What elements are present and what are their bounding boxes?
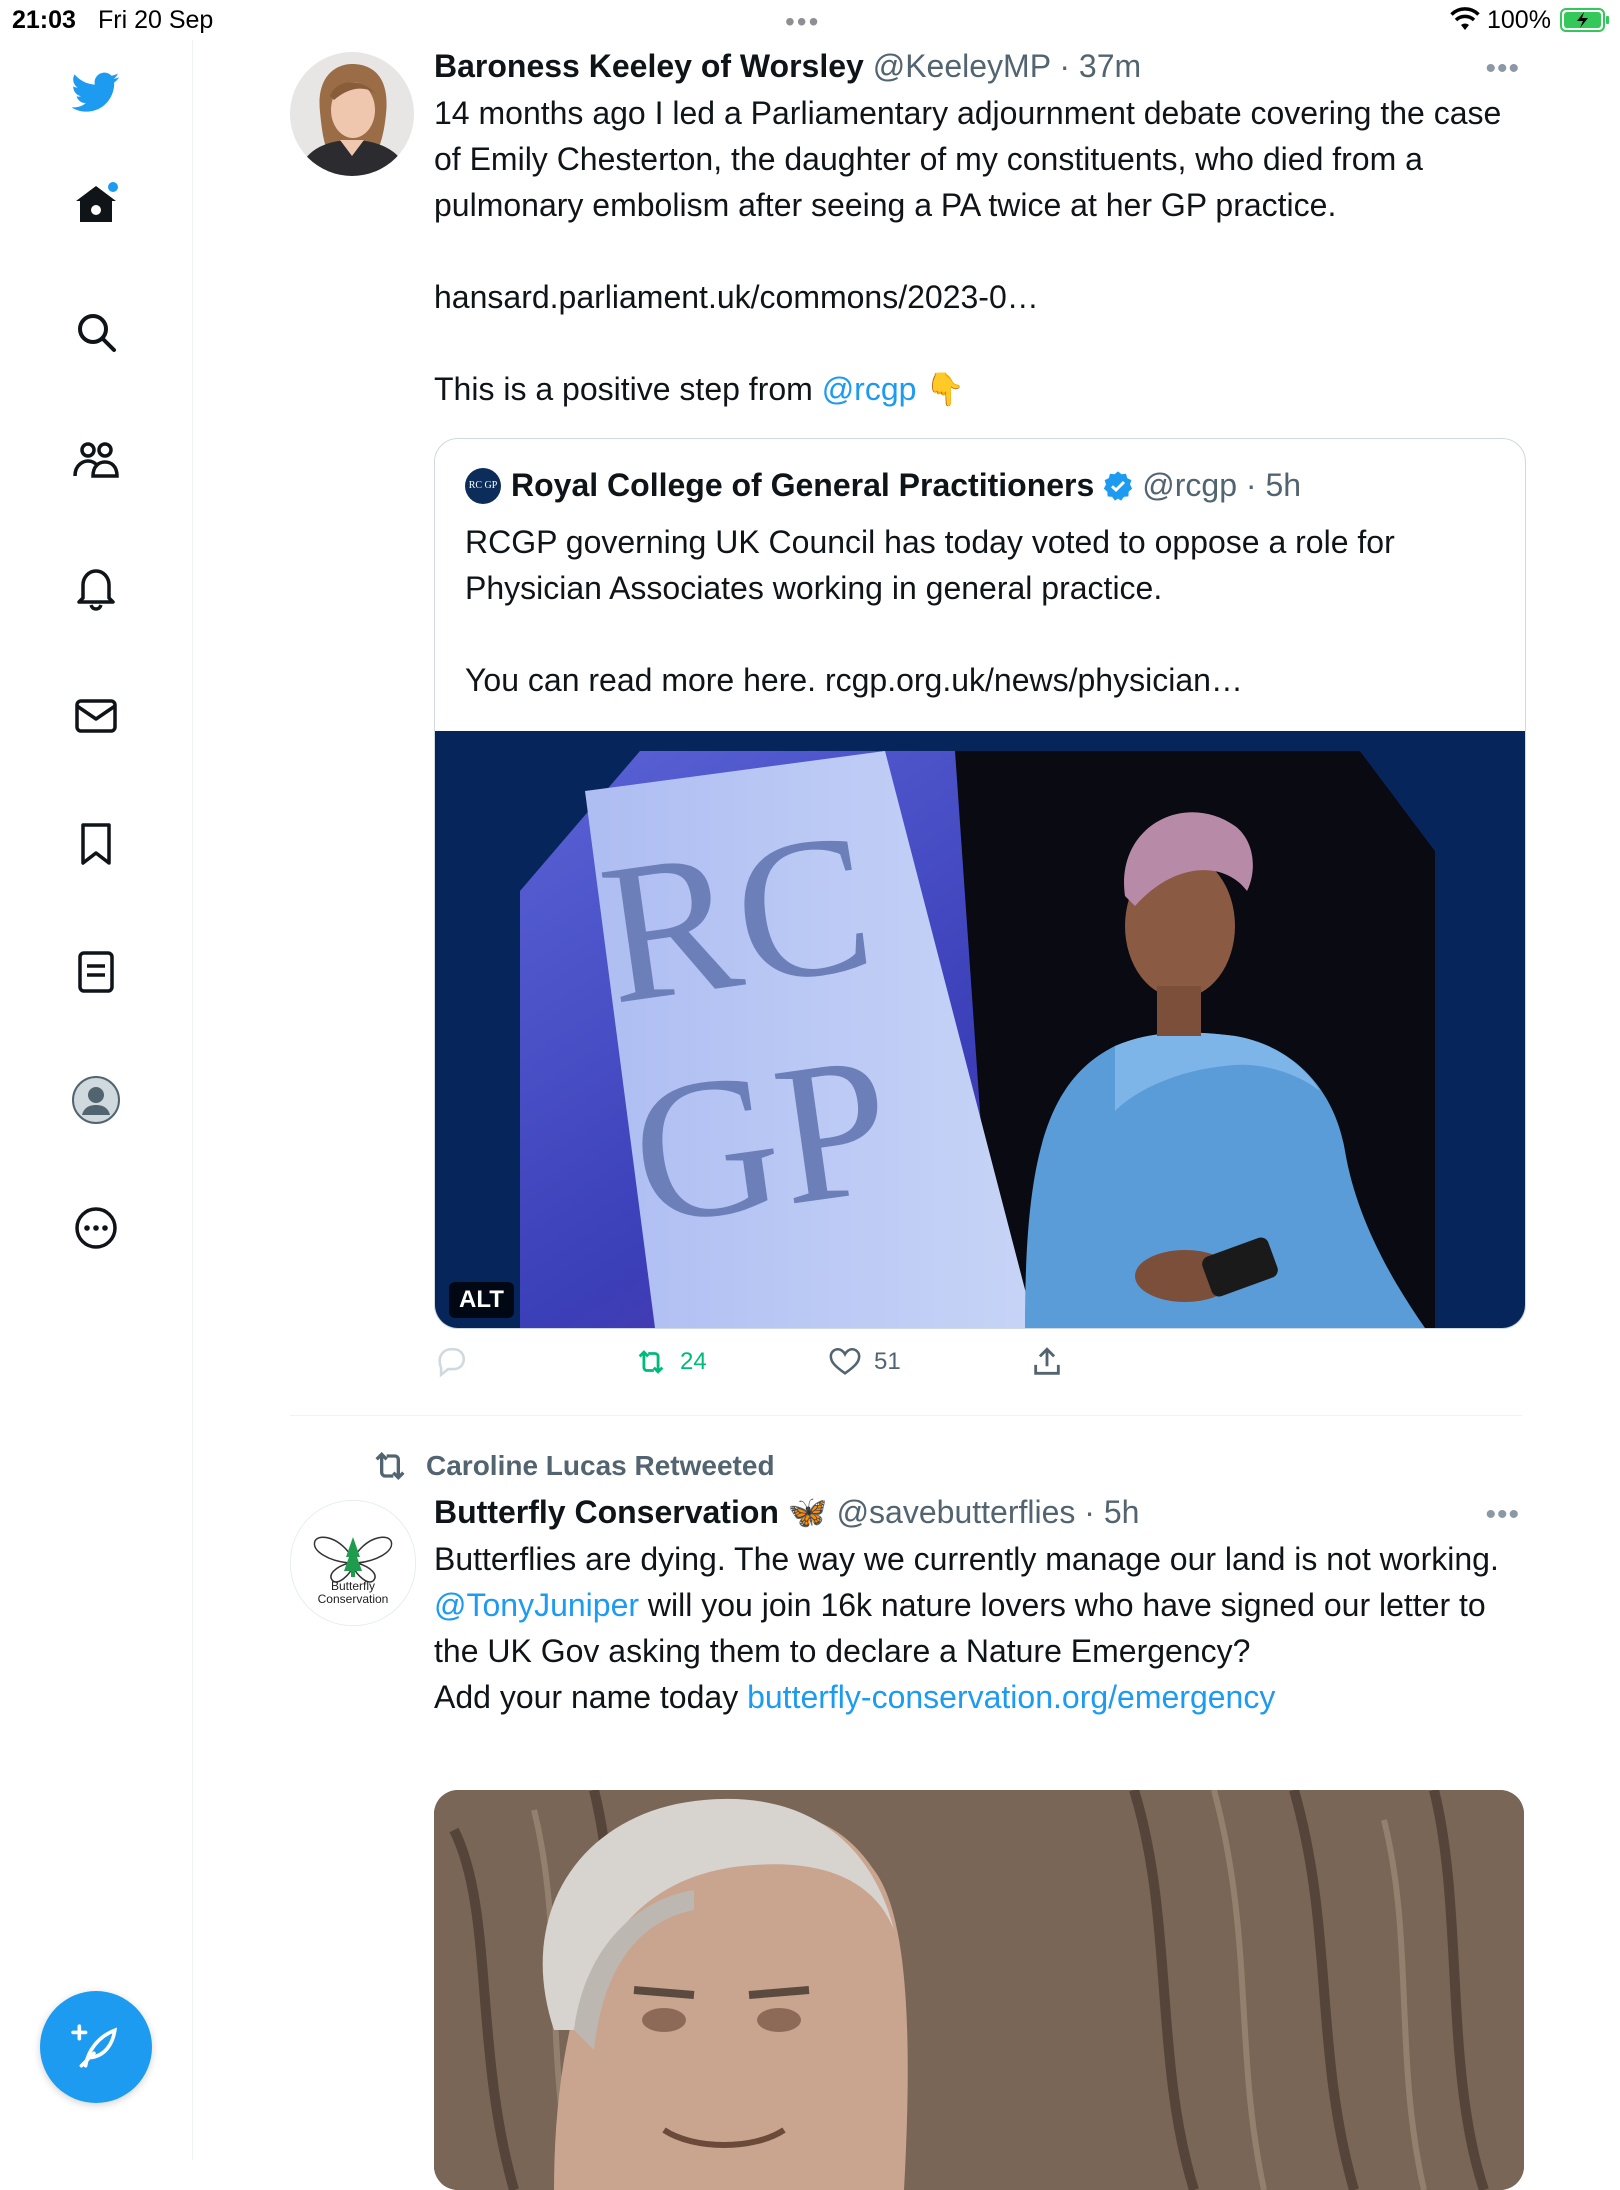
- mention-rcgp[interactable]: @rcgp: [822, 371, 917, 407]
- notifications-icon[interactable]: [64, 556, 128, 620]
- svg-text:RC: RC: [590, 791, 885, 1047]
- alt-text-badge[interactable]: ALT: [449, 1282, 514, 1318]
- multitasking-dots-icon[interactable]: •••: [785, 6, 820, 38]
- avatar-keeley[interactable]: [290, 52, 414, 176]
- verified-badge-icon: [1104, 470, 1133, 501]
- status-time: 21:03: [12, 6, 76, 34]
- home-icon[interactable]: [64, 172, 128, 236]
- profile-icon[interactable]: [64, 1068, 128, 1132]
- heart-icon: [829, 1347, 861, 1375]
- tweet-header: Baroness Keeley of Worsley @KeeleyMP · 3…: [434, 48, 1142, 84]
- mention-tonyjuniper[interactable]: @TonyJuniper: [434, 1587, 639, 1623]
- quoted-tweet-text: RCGP governing UK Council has today vote…: [465, 524, 1404, 606]
- retweeted-by-label: Caroline Lucas Retweeted: [426, 1450, 775, 1481]
- twitter-bird-icon[interactable]: [64, 60, 128, 124]
- like-count: 51: [874, 1348, 901, 1375]
- quoted-tweet-time[interactable]: 5h: [1265, 467, 1301, 504]
- reply-icon: [438, 1347, 466, 1378]
- author-name[interactable]: Baroness Keeley of Worsley: [434, 48, 864, 84]
- quoted-tweet-link[interactable]: rcgp.org.uk/news/physician…: [825, 662, 1243, 698]
- tweet-butterfly-conservation[interactable]: Caroline Lucas Retweeted Butterfly Conse…: [290, 1440, 1524, 2190]
- tweet-text: Butterflies are dying. The way we curren…: [434, 1541, 1499, 1715]
- quoted-author-name[interactable]: Royal College of General Practitioners: [511, 467, 1094, 504]
- tweet-text-2: This is a positive step from @rcgp 👇: [434, 371, 966, 407]
- tweet-link[interactable]: hansard.parliament.uk/commons/2023-0…: [434, 274, 1039, 320]
- quoted-tweet[interactable]: RC GP Royal College of General Practitio…: [434, 438, 1526, 1329]
- sidebar-nav: [0, 40, 193, 2160]
- tweet-more-options-icon[interactable]: •••: [1485, 1498, 1520, 1532]
- status-date: Fri 20 Sep: [98, 6, 214, 34]
- compose-tweet-button[interactable]: [40, 1991, 152, 2103]
- status-bar: 21:03 Fri 20 Sep ••• 100%: [0, 0, 1620, 40]
- compose-icon: [71, 2024, 117, 2068]
- svg-text:Butterfly: Butterfly: [331, 1579, 375, 1593]
- share-button[interactable]: [1030, 1345, 1076, 1379]
- reply-button[interactable]: [434, 1345, 480, 1379]
- emoji-pointing-down: 👇: [925, 371, 966, 407]
- butterfly-emoji-icon: 🦋: [787, 1494, 828, 1530]
- rcgp-photo: RC GP: [435, 731, 1525, 1328]
- quoted-author-handle[interactable]: @rcgp: [1142, 467, 1237, 504]
- author-handle[interactable]: @savebutterflies: [837, 1494, 1076, 1530]
- battery-percentage: 100%: [1487, 6, 1551, 34]
- retweet-context[interactable]: Caroline Lucas Retweeted: [370, 1446, 775, 1486]
- tweet-link[interactable]: butterfly-conservation.org/emergency: [747, 1679, 1275, 1715]
- tweet-text: 14 months ago I led a Parliamentary adjo…: [434, 95, 1511, 223]
- tweet-keeley[interactable]: Baroness Keeley of Worsley @KeeleyMP · 3…: [290, 40, 1526, 1420]
- lists-icon[interactable]: [64, 940, 128, 1004]
- quoted-tweet-image[interactable]: RC GP ALT: [435, 731, 1525, 1328]
- wifi-icon: [1450, 7, 1480, 30]
- retweet-button[interactable]: 24: [634, 1345, 707, 1379]
- tony-juniper-photo: [434, 1790, 1524, 2190]
- battery-charging-icon: [1560, 8, 1609, 32]
- quoted-tweet-text-2: You can read more here. rcgp.org.uk/news…: [465, 662, 1243, 698]
- tweet-body: Butterfly Conservation 🦋 @savebutterflie…: [434, 1492, 1519, 1715]
- tweet-time[interactable]: 37m: [1079, 48, 1141, 84]
- communities-icon[interactable]: [64, 428, 128, 492]
- retweet-icon: [638, 1350, 664, 1374]
- rcgp-logo: RC GP: [465, 467, 501, 504]
- tweet-time[interactable]: 5h: [1104, 1494, 1140, 1530]
- tweet-divider: [290, 1415, 1522, 1416]
- tweet-actions: 24 51: [434, 1345, 1134, 1385]
- retweet-count: 24: [680, 1348, 707, 1375]
- quoted-tweet-header: RC GP Royal College of General Practitio…: [465, 467, 1301, 504]
- svg-text:GP: GP: [620, 1013, 904, 1267]
- tweet-header: Butterfly Conservation 🦋 @savebutterflie…: [434, 1494, 1140, 1530]
- tweet-image[interactable]: [434, 1790, 1524, 2190]
- tweet-more-options-icon[interactable]: •••: [1485, 52, 1520, 86]
- avatar-butterfly-conservation[interactable]: Butterfly Conservation: [290, 1500, 416, 1626]
- more-icon[interactable]: [64, 1196, 128, 1260]
- search-icon[interactable]: [64, 300, 128, 364]
- svg-text:Conservation: Conservation: [318, 1592, 389, 1606]
- share-icon: [1034, 1347, 1060, 1375]
- like-button[interactable]: 51: [828, 1345, 901, 1379]
- bookmarks-icon[interactable]: [64, 812, 128, 876]
- tweet-body: Baroness Keeley of Worsley @KeeleyMP · 3…: [434, 46, 1519, 407]
- butterfly-logo: Butterfly Conservation: [291, 1501, 415, 1625]
- messages-icon[interactable]: [64, 684, 128, 748]
- author-name[interactable]: Butterfly Conservation: [434, 1494, 779, 1530]
- author-handle[interactable]: @KeeleyMP: [873, 48, 1051, 84]
- retweet-icon: [375, 1451, 405, 1481]
